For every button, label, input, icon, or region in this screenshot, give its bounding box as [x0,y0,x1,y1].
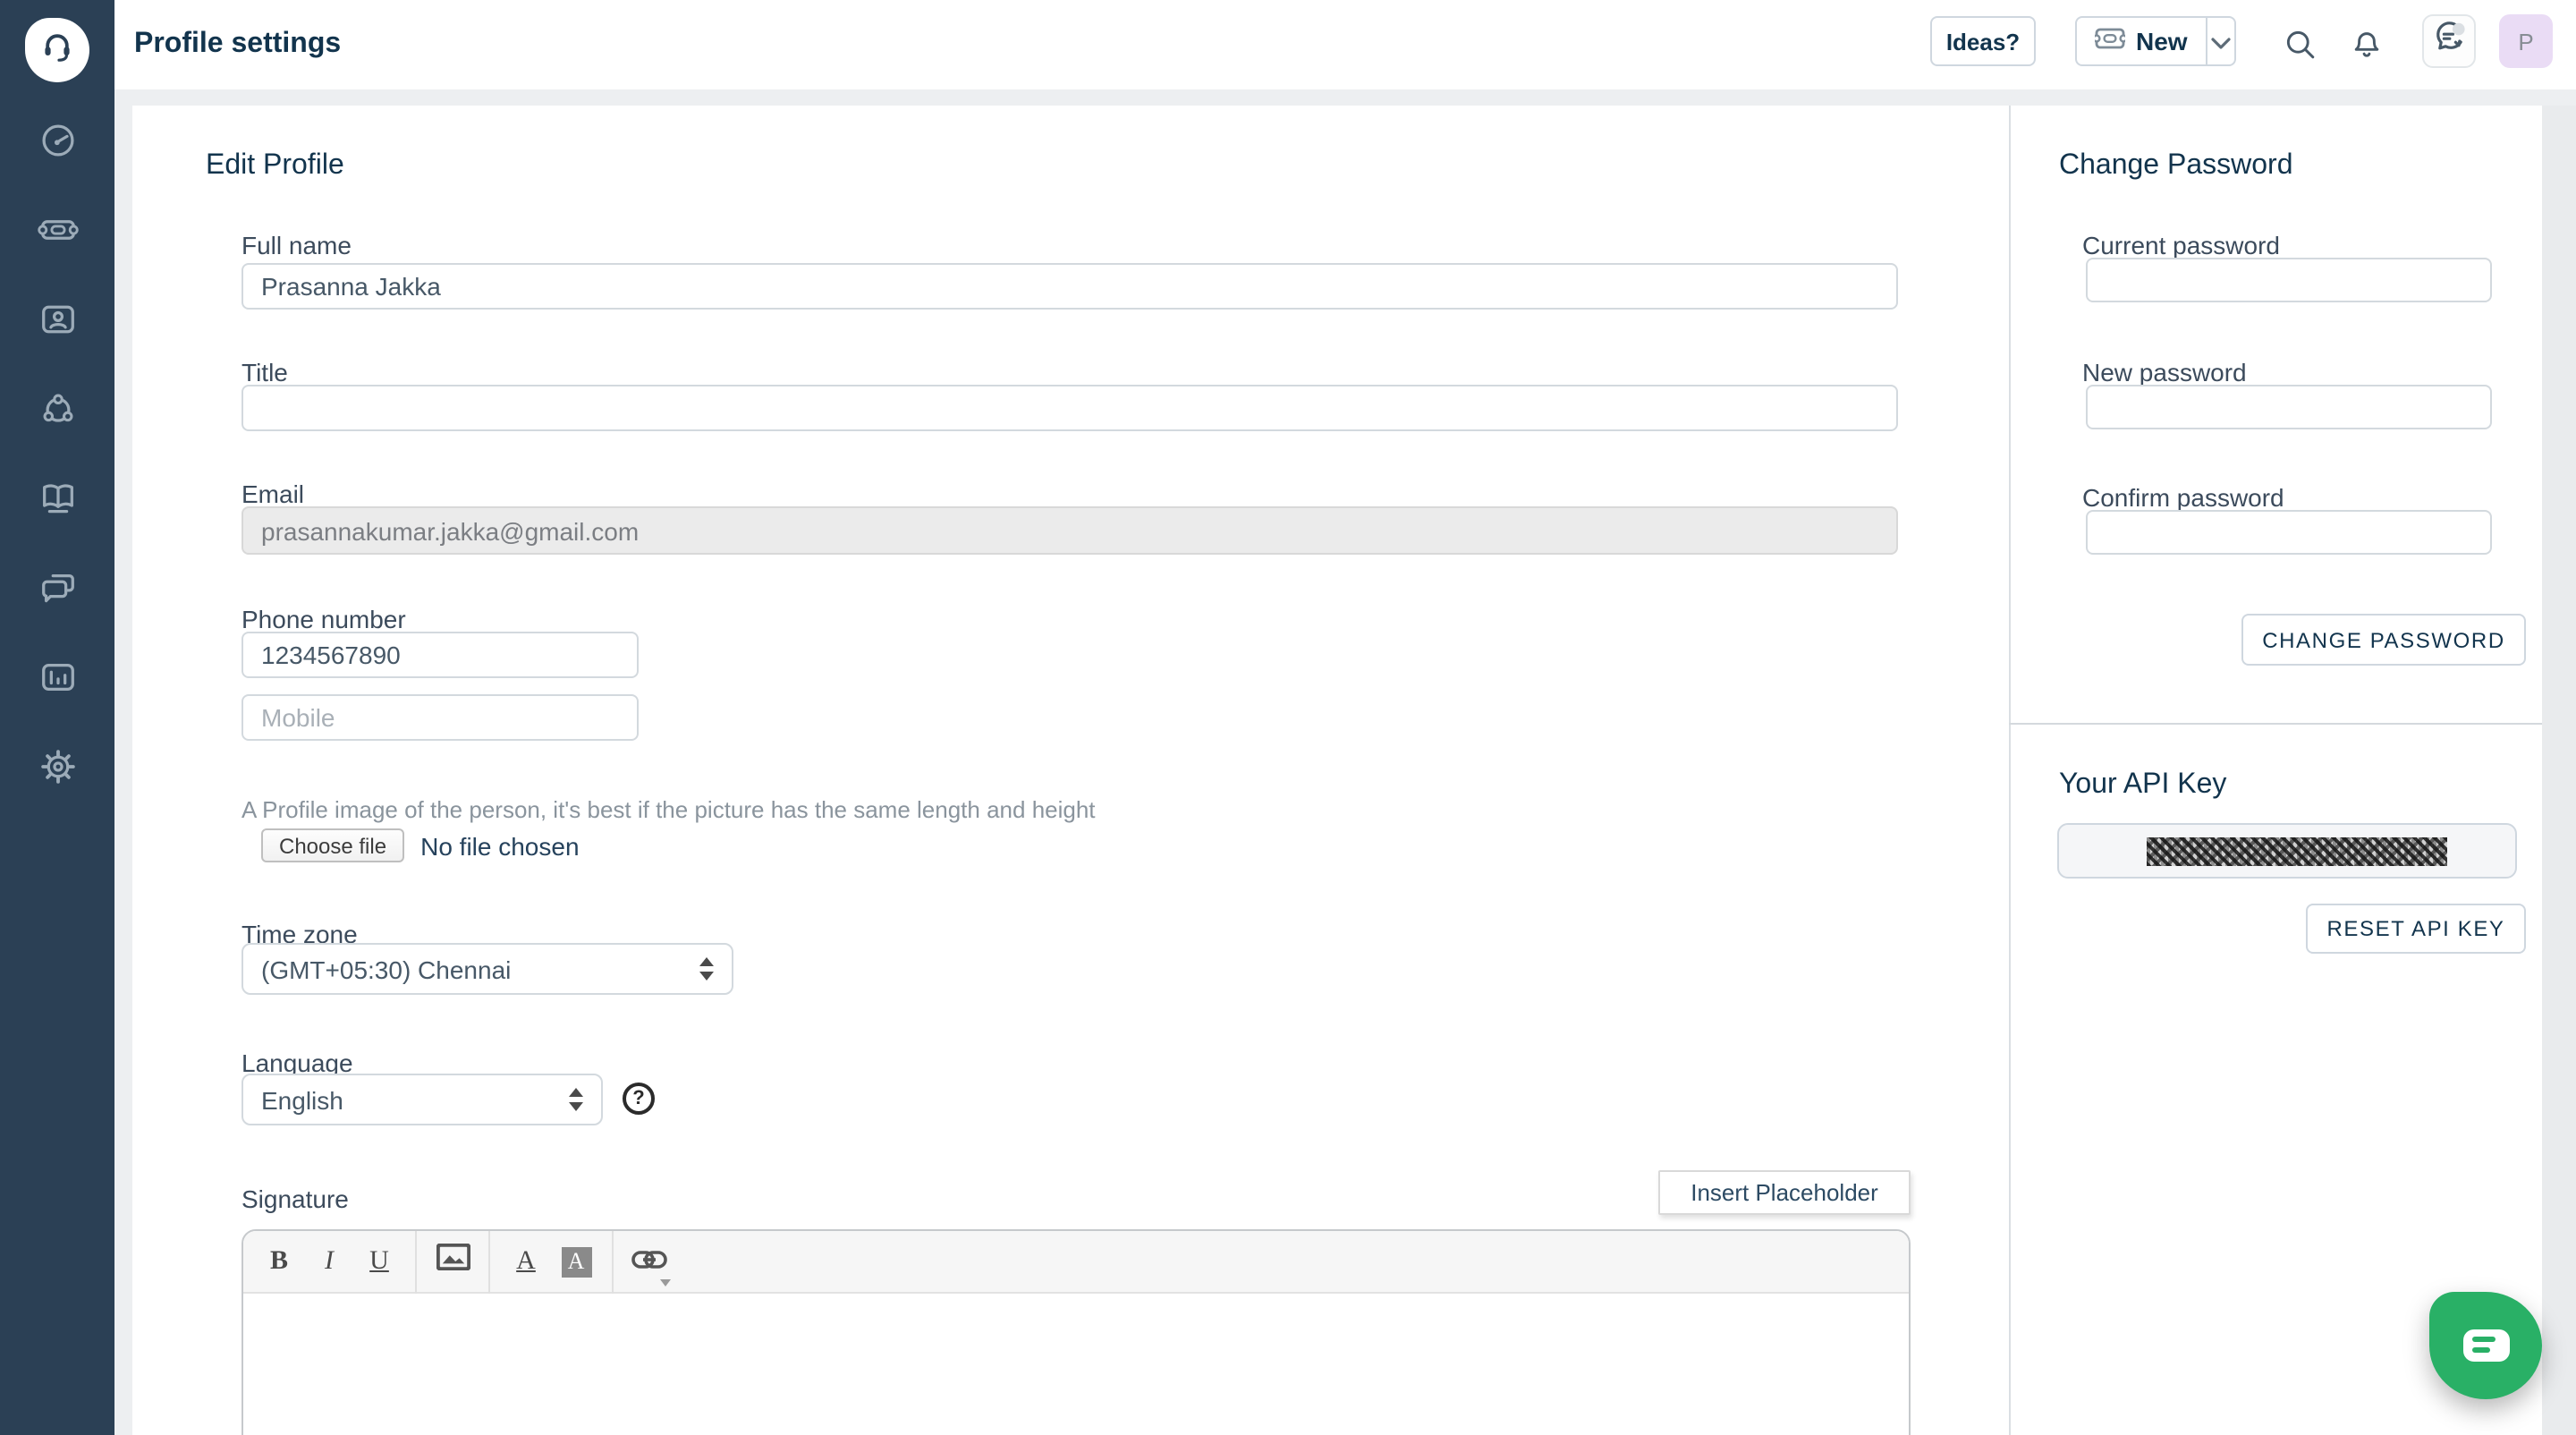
link-caret-icon [660,1278,671,1286]
reset-api-key-button[interactable]: RESET API KEY [2306,904,2526,954]
headset-icon [36,24,79,76]
sidebar-item-tickets[interactable] [0,213,114,256]
search-icon[interactable] [2283,27,2318,63]
chevron-down-icon [2211,28,2231,55]
current-password-label: Current password [2082,231,2280,259]
api-key-field [2057,823,2517,879]
bell-icon[interactable] [2349,27,2385,63]
api-key-redacted-value [2146,836,2446,865]
sidebar [0,0,114,1435]
sidebar-item-settings[interactable] [0,750,114,793]
api-key-heading: Your API Key [2059,769,2226,802]
scrollbar-track[interactable] [2542,106,2576,1435]
new-ticket-split-button[interactable]: New [2075,16,2236,66]
timezone-select[interactable]: (GMT+05:30) Chennai [242,943,733,995]
full-name-input[interactable] [242,263,1898,310]
toolbar-divider [612,1230,614,1293]
profile-image-upload: Choose file No file chosen [261,828,580,862]
sidebar-item-community[interactable] [0,392,114,435]
select-stepper-icon [699,957,714,981]
section-divider [2009,723,2542,725]
italic-button[interactable]: I [304,1230,354,1293]
email-input [242,506,1898,555]
new-password-input[interactable] [2086,385,2492,429]
profile-settings-card: Edit Profile Full name Title Email Phone… [132,106,2542,1435]
forums-icon [37,567,78,617]
panel-divider [2009,106,2011,1435]
phone-input[interactable] [242,632,639,678]
contacts-icon [37,299,78,349]
analytics-icon [37,657,78,707]
signature-editor: B I U A A [242,1229,1911,1435]
insert-placeholder-button[interactable]: Insert Placeholder [1658,1170,1911,1215]
select-stepper-icon [569,1088,583,1111]
language-select[interactable]: English [242,1074,603,1125]
profile-image-hint: A Profile image of the person, it's best… [242,796,1096,823]
signature-label: Signature [242,1185,349,1213]
underline-button[interactable]: U [354,1230,404,1293]
dashboard-icon [37,120,78,170]
current-password-input[interactable] [2086,258,2492,302]
bold-button[interactable]: B [254,1230,304,1293]
freshdesk-logo[interactable] [25,18,89,82]
feedback-button[interactable] [2422,14,2476,68]
change-password-button[interactable]: CHANGE PASSWORD [2241,614,2526,666]
language-help-icon[interactable]: ? [623,1083,655,1115]
tickets-icon [37,209,78,259]
feedback-chat-icon [2429,17,2469,65]
insert-image-button[interactable] [428,1230,478,1293]
avatar[interactable]: P [2499,14,2553,68]
phone-label: Phone number [242,605,406,633]
bg-color-button[interactable]: A [551,1230,601,1293]
sidebar-item-dashboard[interactable] [0,123,114,166]
chat-launcher-button[interactable] [2429,1292,2542,1399]
new-ticket-button[interactable]: New [2077,18,2206,64]
sidebar-item-contacts[interactable] [0,302,114,345]
toolbar-divider [415,1230,417,1293]
page-title: Profile settings [134,29,341,61]
insert-link-button[interactable] [624,1230,674,1293]
chat-bubble-icon [2462,1329,2509,1362]
change-password-heading: Change Password [2059,150,2293,183]
sidebar-item-forums[interactable] [0,571,114,614]
email-label: Email [242,480,304,508]
confirm-password-label: Confirm password [2082,483,2284,512]
title-label: Title [242,358,288,386]
editor-toolbar: B I U A A [243,1231,1909,1294]
ticket-icon [2095,27,2125,55]
toolbar-divider [488,1230,490,1293]
signature-editor-area[interactable] [243,1294,1909,1435]
mobile-input[interactable] [242,694,639,741]
link-icon [631,1246,667,1277]
full-name-label: Full name [242,231,352,259]
font-color-button[interactable]: A [501,1230,551,1293]
new-password-label: New password [2082,358,2247,386]
image-icon [436,1244,470,1279]
settings-icon [37,746,78,796]
title-input[interactable] [242,385,1898,431]
new-dropdown-caret[interactable] [2206,18,2234,64]
top-bar: Profile settings Ideas? New [114,0,2576,89]
edit-profile-heading: Edit Profile [206,150,344,183]
ideas-button[interactable]: Ideas? [1930,16,2036,66]
no-file-chosen-text: No file chosen [420,831,579,860]
sidebar-item-solutions[interactable] [0,481,114,524]
community-icon [37,388,78,438]
confirm-password-input[interactable] [2086,510,2492,555]
app-window: Profile settings Ideas? New [0,0,2576,1435]
sidebar-item-analytics[interactable] [0,660,114,703]
choose-file-button[interactable]: Choose file [261,828,404,862]
solutions-icon [37,478,78,528]
